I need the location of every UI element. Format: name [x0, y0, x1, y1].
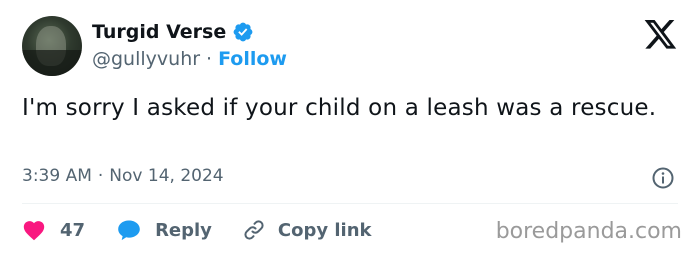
avatar[interactable]	[22, 16, 82, 76]
info-icon[interactable]	[651, 166, 675, 190]
tweet-time[interactable]: 3:39 AM	[22, 166, 92, 186]
tweet-text: I'm sorry I asked if your child on a lea…	[22, 95, 657, 121]
x-logo-icon[interactable]	[644, 20, 678, 50]
author-name-row: Turgid Verse	[92, 21, 254, 43]
copy-link-button[interactable]: Copy link	[242, 218, 372, 242]
watermark: boredpanda.com	[495, 219, 682, 244]
action-bar: 47 Reply Copy link	[22, 216, 372, 244]
copy-link-label: Copy link	[277, 219, 372, 241]
like-button[interactable]: 47	[22, 219, 117, 241]
link-icon	[244, 220, 264, 240]
tweet-meta: 3:39 AM · Nov 14, 2024	[22, 166, 224, 186]
verified-badge-icon	[233, 22, 253, 42]
meta-separator: ·	[97, 166, 104, 186]
heart-icon	[23, 221, 45, 241]
handle-separator: ·	[206, 48, 213, 70]
avatar-shadow	[22, 50, 82, 76]
follow-button[interactable]: Follow	[218, 48, 287, 70]
author-handle[interactable]: @gullyvuhr	[92, 48, 200, 70]
display-name[interactable]: Turgid Verse	[92, 21, 226, 43]
reply-label: Reply	[155, 219, 212, 241]
author-handle-row: @gullyvuhr · Follow	[92, 48, 287, 70]
reply-button[interactable]: Reply	[117, 219, 242, 241]
like-count: 47	[60, 219, 86, 241]
divider	[22, 203, 678, 204]
tweet-date[interactable]: Nov 14, 2024	[109, 166, 223, 186]
speech-bubble-icon	[118, 220, 140, 241]
